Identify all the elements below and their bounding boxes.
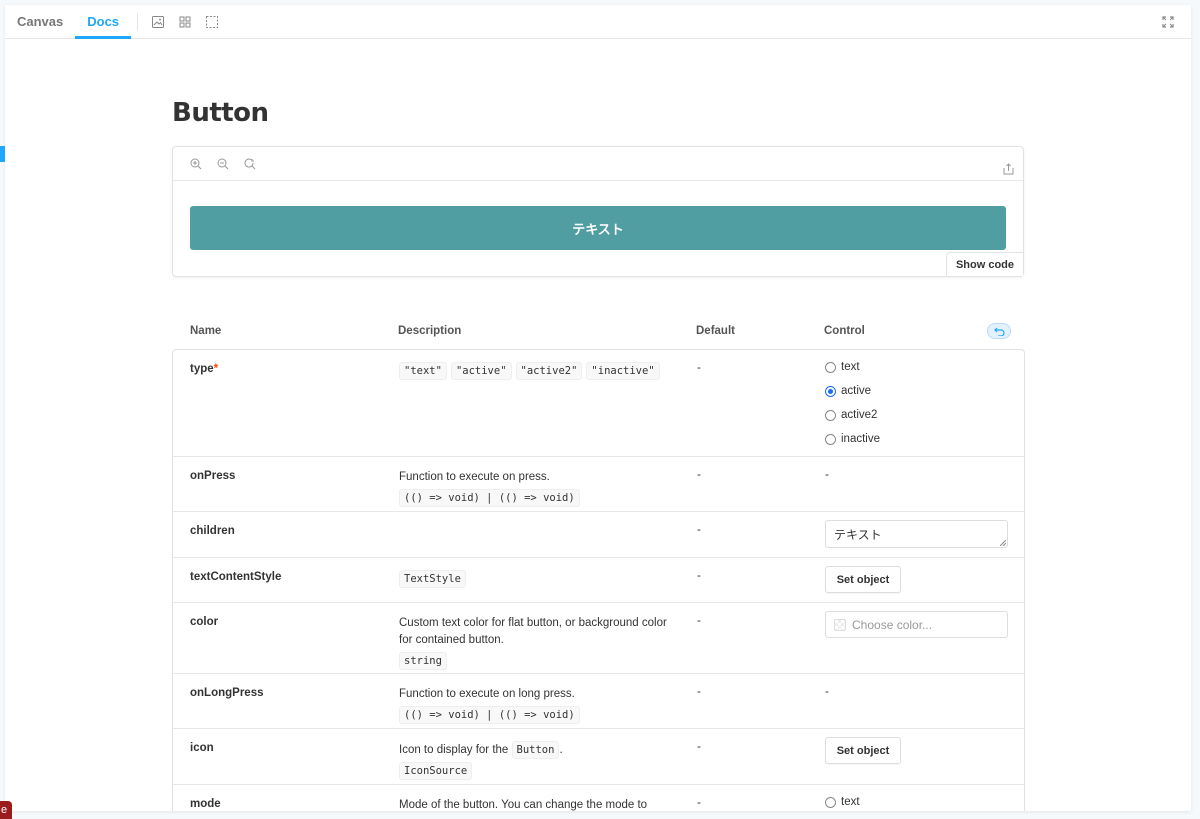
type-code: "text" (399, 362, 447, 380)
prop-default: - (697, 524, 701, 536)
table-row-children: children - テキスト (173, 511, 1024, 557)
prop-description: Mode of the button. You can change the m… (399, 799, 648, 811)
radio-group-type: text active active2 inactive (825, 358, 880, 454)
set-object-button[interactable]: Set object (825, 566, 901, 593)
header-description: Description (398, 325, 462, 337)
prop-control: Set object (825, 737, 901, 764)
header-control: Control (824, 325, 865, 337)
share-icon[interactable] (1003, 162, 1014, 180)
type-code: string (399, 652, 447, 670)
prop-control: - (825, 686, 829, 698)
header-default: Default (696, 325, 735, 337)
toolbar: Canvas Docs (5, 5, 1191, 39)
prop-description: Custom text color for flat button, or ba… (399, 615, 669, 670)
tab-docs[interactable]: Docs (75, 5, 131, 39)
color-picker-input[interactable]: Choose color... (825, 611, 1008, 638)
type-code: "inactive" (586, 362, 660, 380)
story-preview: テキスト Show code (172, 146, 1024, 277)
header-name: Name (190, 325, 222, 337)
radio-option-active[interactable]: active (825, 382, 880, 400)
radio-group-mode: text (825, 793, 860, 811)
show-code-button[interactable]: Show code (945, 252, 1023, 276)
prop-default: - (697, 469, 701, 481)
corner-badge: e (0, 801, 12, 819)
prop-name: onLongPress (190, 687, 264, 699)
storybook-frame: Canvas Docs Button テキスト Show code Name D… (5, 5, 1191, 811)
prop-name: onPress (190, 470, 236, 482)
prop-default: - (697, 797, 701, 809)
undo-icon (993, 327, 1005, 336)
demo-button[interactable]: テキスト (190, 206, 1006, 250)
type-code: IconSource (399, 762, 473, 780)
prop-control: テキスト (825, 520, 1008, 548)
type-code: (() => void) | (() => void) (399, 489, 580, 507)
prop-control: - (825, 469, 829, 481)
tab-canvas[interactable]: Canvas (5, 5, 75, 38)
prop-default: - (697, 362, 701, 374)
type-code: TextStyle (399, 570, 466, 588)
args-table: type* "text" "active" "active2" "inactiv… (172, 349, 1025, 811)
prop-name: textContentStyle (190, 571, 282, 583)
prop-default: - (697, 570, 701, 582)
preview-toolbar (173, 147, 1023, 181)
zoom-in-icon[interactable] (182, 154, 209, 174)
prop-description: Function to execute on long press. (() =… (399, 686, 669, 724)
image-icon[interactable] (144, 5, 171, 38)
table-row-onlongpress: onLongPress Function to execute on long … (173, 673, 1024, 728)
radio-option-active2[interactable]: active2 (825, 406, 880, 424)
type-code: "active2" (515, 362, 583, 380)
table-row-textcontentstyle: textContentStyle TextStyle - Set object (173, 557, 1024, 602)
reset-controls-button[interactable] (987, 323, 1011, 339)
prop-description: Icon to display for the Button. IconSour… (399, 741, 669, 780)
fullscreen-icon[interactable] (1154, 16, 1181, 28)
radio-option-text[interactable]: text (825, 793, 860, 811)
table-row-onpress: onPress Function to execute on press. ((… (173, 456, 1024, 511)
prop-description: "text" "active" "active2" "inactive" (399, 362, 669, 380)
args-table-header: Name Description Default Control (190, 321, 1025, 341)
color-swatch-icon (834, 618, 846, 631)
radio-option-inactive[interactable]: inactive (825, 430, 880, 448)
required-mark: * (213, 363, 219, 375)
prop-default: - (697, 741, 701, 753)
grid-icon[interactable] (171, 5, 198, 38)
prop-name: type* (190, 363, 219, 375)
prop-description: TextStyle (399, 570, 669, 588)
prop-control: Set object (825, 566, 901, 593)
prop-description: Function to execute on press. (() => voi… (399, 469, 669, 507)
set-object-button[interactable]: Set object (825, 737, 901, 764)
radio-option-text[interactable]: text (825, 358, 880, 376)
inline-code: Button (511, 741, 560, 759)
prop-name: children (190, 525, 235, 537)
table-row-icon: icon Icon to display for the Button. Ico… (173, 728, 1024, 784)
prop-name: icon (190, 742, 214, 754)
toolbar-divider (137, 13, 139, 30)
children-textarea[interactable]: テキスト (825, 520, 1008, 548)
table-row-mode: mode Mode of the button. You can change … (173, 784, 1024, 811)
page-title: Button (172, 98, 269, 128)
prop-control: Choose color... (825, 611, 1008, 638)
prop-name: mode (190, 798, 221, 810)
type-code: (() => void) | (() => void) (399, 706, 580, 724)
zoom-reset-icon[interactable] (236, 154, 263, 174)
sidebar-selection-indicator (0, 146, 5, 162)
prop-name: color (190, 616, 219, 628)
resize-handle-icon (1000, 540, 1006, 546)
zoom-out-icon[interactable] (209, 154, 236, 174)
table-row-color: color Custom text color for flat button,… (173, 602, 1024, 673)
outline-icon[interactable] (198, 5, 225, 38)
prop-default: - (697, 615, 701, 627)
table-row-type: type* "text" "active" "active2" "inactiv… (173, 350, 1024, 456)
prop-default: - (697, 686, 701, 698)
type-code: "active" (450, 362, 512, 380)
